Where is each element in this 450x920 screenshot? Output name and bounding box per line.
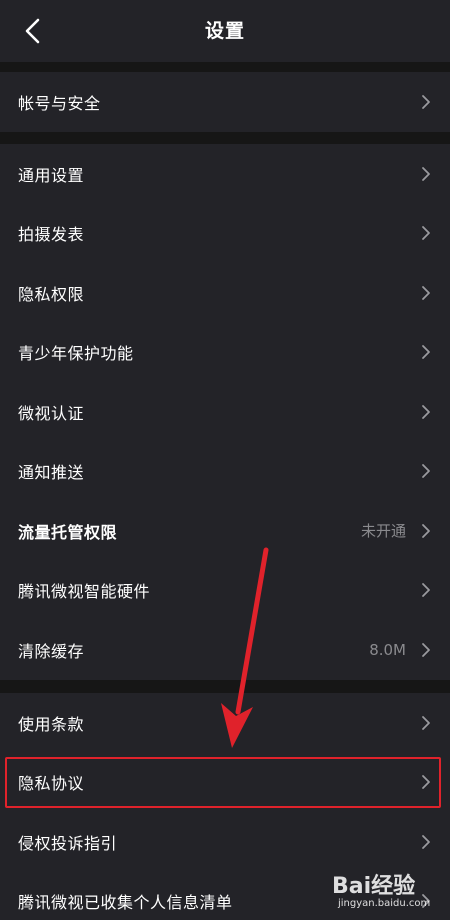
- row-label: 通用设置: [18, 165, 85, 185]
- settings-section-account: 帐号与安全: [0, 72, 450, 132]
- chevron-right-icon: [422, 285, 430, 300]
- settings-row-privacy-permissions[interactable]: 隐私权限: [0, 263, 450, 323]
- settings-row-terms[interactable]: 使用条款: [0, 693, 450, 753]
- row-label: 通知推送: [18, 463, 85, 483]
- row-label: 青少年保护功能: [18, 344, 134, 364]
- settings-row-data-hosting[interactable]: 流量托管权限 未开通: [0, 501, 450, 561]
- settings-row-capture-publish[interactable]: 拍摄发表: [0, 204, 450, 264]
- chevron-right-icon: [422, 464, 430, 479]
- row-label: 隐私权限: [18, 284, 85, 304]
- chevron-right-icon: [422, 523, 430, 538]
- settings-row-privacy-policy[interactable]: 隐私协议: [0, 753, 450, 813]
- settings-row-youth-protection[interactable]: 青少年保护功能: [0, 323, 450, 383]
- row-label: 帐号与安全: [18, 93, 101, 113]
- nav-bar: 设置: [0, 0, 450, 62]
- row-label: 隐私协议: [18, 774, 85, 794]
- row-label: 微视认证: [18, 403, 85, 423]
- row-label: 流量托管权限: [18, 522, 118, 542]
- cache-size-value: 8.0M: [369, 640, 406, 659]
- settings-row-account-security[interactable]: 帐号与安全: [0, 72, 450, 132]
- watermark-url: jingyan.baidu.com: [338, 898, 431, 909]
- chevron-right-icon: [422, 715, 430, 730]
- row-label: 清除缓存: [18, 641, 85, 661]
- row-status-value: 未开通: [360, 522, 406, 541]
- settings-row-clear-cache[interactable]: 清除缓存 8.0M: [0, 620, 450, 680]
- baidu-watermark: Bai经验 jingyan.baidu.com: [332, 868, 442, 916]
- settings-row-verification[interactable]: 微视认证: [0, 382, 450, 442]
- chevron-right-icon: [422, 94, 430, 109]
- row-label: 使用条款: [18, 714, 85, 734]
- settings-row-general[interactable]: 通用设置: [0, 144, 450, 204]
- chevron-right-icon: [422, 226, 430, 241]
- settings-row-infringement-guide[interactable]: 侵权投诉指引: [0, 812, 450, 872]
- chevron-right-icon: [422, 642, 430, 657]
- watermark-text: Bai经验: [332, 874, 416, 899]
- chevron-right-icon: [422, 166, 430, 181]
- settings-row-smart-hardware[interactable]: 腾讯微视智能硬件: [0, 561, 450, 621]
- row-label: 侵权投诉指引: [18, 833, 118, 853]
- settings-section-general: 通用设置 拍摄发表 隐私权限 青少年保护功能 微视认证 通知推送 流量托管权限 …: [0, 144, 450, 680]
- chevron-right-icon: [422, 404, 430, 419]
- page-title: 设置: [204, 20, 245, 42]
- chevron-right-icon: [422, 834, 430, 849]
- chevron-right-icon: [422, 345, 430, 360]
- settings-row-notifications[interactable]: 通知推送: [0, 442, 450, 502]
- row-label: 拍摄发表: [18, 225, 85, 245]
- row-label: 腾讯微视智能硬件: [18, 582, 151, 602]
- chevron-right-icon: [422, 583, 430, 598]
- chevron-right-icon: [422, 775, 430, 790]
